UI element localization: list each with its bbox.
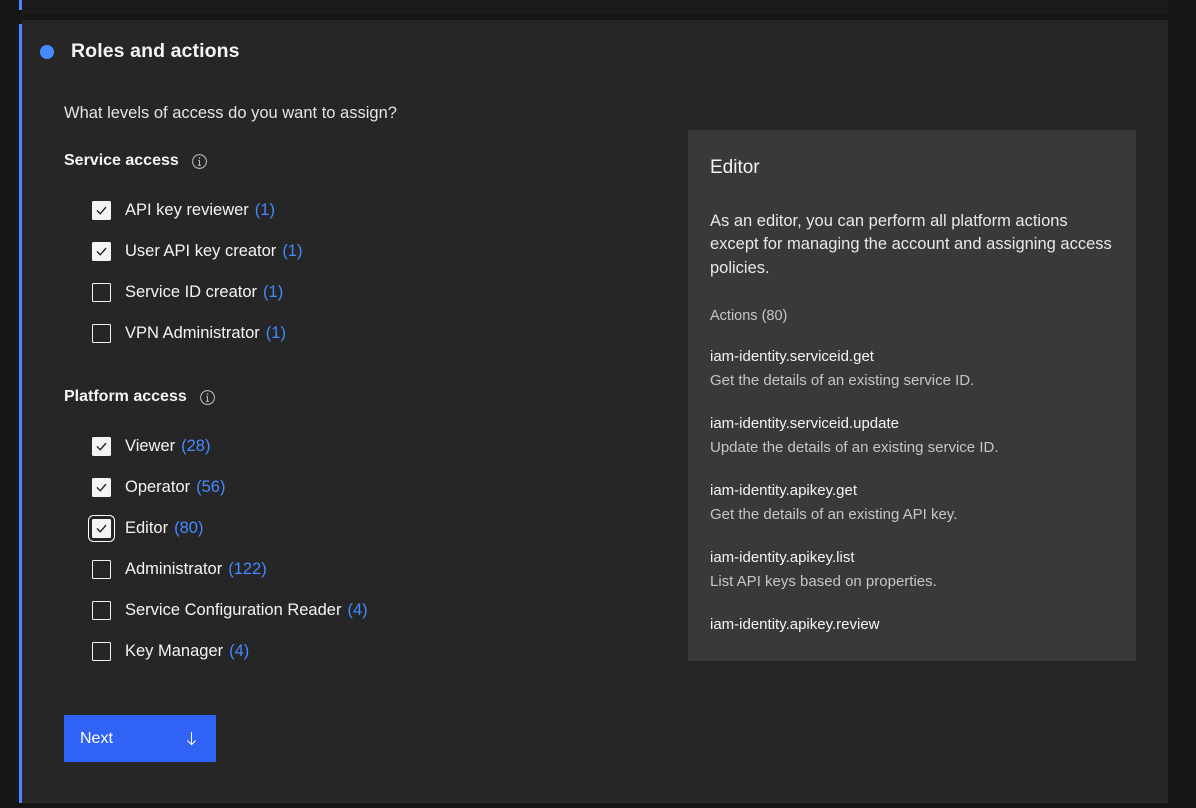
checkbox-service-configuration-reader[interactable] — [92, 601, 111, 620]
checkbox-row-editor[interactable]: Editor (80) — [22, 508, 368, 549]
role-details-description: As an editor, you can perform all platfo… — [710, 211, 1112, 277]
section-subtitle: What levels of access do you want to ass… — [64, 104, 397, 122]
screen: Roles and actions What levels of access … — [0, 0, 1196, 808]
action-list-item: iam-identity.serviceid.get Get the detai… — [710, 347, 1114, 391]
checkbox-label: Operator — [125, 478, 191, 497]
action-description: Update the details of an existing servic… — [710, 439, 999, 457]
checkbox-label: Editor — [125, 519, 169, 538]
checkbox-label: Service ID creator — [125, 283, 258, 302]
checkbox-row-viewer[interactable]: Viewer (28) — [22, 426, 368, 467]
checkbox-row-operator[interactable]: Operator (56) — [22, 467, 368, 508]
checkbox-label: Administrator — [125, 560, 223, 579]
checkbox-api-key-reviewer[interactable] — [92, 201, 111, 220]
checkbox-count: (1) — [254, 201, 275, 220]
checkbox-row-key-manager[interactable]: Key Manager (4) — [22, 631, 368, 672]
checkbox-count: (1) — [263, 283, 284, 302]
section-header: Roles and actions — [40, 40, 240, 62]
info-circle-icon[interactable] — [199, 389, 216, 406]
action-name: iam-identity.apikey.get — [710, 481, 858, 499]
action-description: List API keys based on properties. — [710, 573, 937, 591]
checkbox-label: User API key creator — [125, 242, 277, 261]
checkbox-count: (1) — [282, 242, 303, 261]
checkbox-count: (56) — [196, 478, 226, 497]
checkbox-label: Key Manager — [125, 642, 224, 661]
action-list-item: iam-identity.apikey.get Get the details … — [710, 481, 1114, 525]
role-actions-count: Actions (80) — [710, 307, 788, 324]
action-list-item: iam-identity.apikey.list List API keys b… — [710, 548, 1114, 592]
action-name: iam-identity.serviceid.get — [710, 347, 874, 365]
card-bottom-divider — [22, 802, 1168, 803]
next-button[interactable]: Next — [64, 715, 216, 762]
platform-access-checkbox-list: Viewer (28) Operator (56) Editor (80) Ad… — [22, 426, 368, 672]
action-list-item: iam-identity.apikey.review — [710, 615, 1114, 635]
checkbox-vpn-administrator[interactable] — [92, 324, 111, 343]
group-heading-platform-access: Platform access — [64, 388, 216, 406]
checkbox-row-api-key-reviewer[interactable]: API key reviewer (1) — [22, 190, 302, 231]
group-heading-service-access: Service access — [64, 152, 208, 170]
checkbox-editor[interactable] — [87, 514, 116, 543]
roles-and-actions-card: Roles and actions What levels of access … — [22, 20, 1168, 803]
checkbox-count: (4) — [347, 601, 368, 620]
group-heading-label: Service access — [64, 152, 179, 169]
step-status-dot — [40, 44, 54, 59]
checkbox-row-user-api-key-creator[interactable]: User API key creator (1) — [22, 231, 302, 272]
checkbox-count: (1) — [265, 324, 286, 343]
checkbox-administrator[interactable] — [92, 560, 111, 579]
checkbox-label: VPN Administrator — [125, 324, 260, 343]
checkbox-operator[interactable] — [92, 478, 111, 497]
arrow-down-icon — [183, 730, 200, 747]
checkbox-row-vpn-administrator[interactable]: VPN Administrator (1) — [22, 313, 302, 354]
checkbox-count: (122) — [228, 560, 267, 579]
checkbox-row-administrator[interactable]: Administrator (122) — [22, 549, 368, 590]
checkbox-count: (4) — [229, 642, 250, 661]
action-name: iam-identity.apikey.review — [710, 615, 880, 633]
checkbox-viewer[interactable] — [92, 437, 111, 456]
checkbox-label: Viewer — [125, 437, 176, 456]
action-description: Get the details of an existing service I… — [710, 372, 975, 390]
checkbox-row-service-configuration-reader[interactable]: Service Configuration Reader (4) — [22, 590, 368, 631]
top-strip-inner — [19, 0, 1168, 14]
checkbox-count: (80) — [174, 519, 204, 538]
action-name: iam-identity.apikey.list — [710, 548, 855, 566]
action-name: iam-identity.serviceid.update — [710, 414, 899, 432]
checkbox-service-id-creator[interactable] — [92, 283, 111, 302]
group-heading-label: Platform access — [64, 388, 187, 405]
checkbox-label: API key reviewer — [125, 201, 249, 220]
role-details-panel: Editor As an editor, you can perform all… — [688, 130, 1136, 661]
action-list-item: iam-identity.serviceid.update Update the… — [710, 414, 1114, 458]
action-description: Get the details of an existing API key. — [710, 506, 958, 524]
service-access-checkbox-list: API key reviewer (1) User API key creato… — [22, 190, 302, 354]
info-circle-icon[interactable] — [191, 153, 208, 170]
checkbox-label: Service Configuration Reader — [125, 601, 342, 620]
page-title: Roles and actions — [71, 40, 240, 62]
role-details-title: Editor — [710, 157, 760, 178]
next-button-label: Next — [80, 729, 113, 747]
top-strip — [0, 0, 1196, 20]
checkbox-row-service-id-creator[interactable]: Service ID creator (1) — [22, 272, 302, 313]
checkbox-count: (28) — [181, 437, 211, 456]
checkbox-key-manager[interactable] — [92, 642, 111, 661]
checkbox-user-api-key-creator[interactable] — [92, 242, 111, 261]
